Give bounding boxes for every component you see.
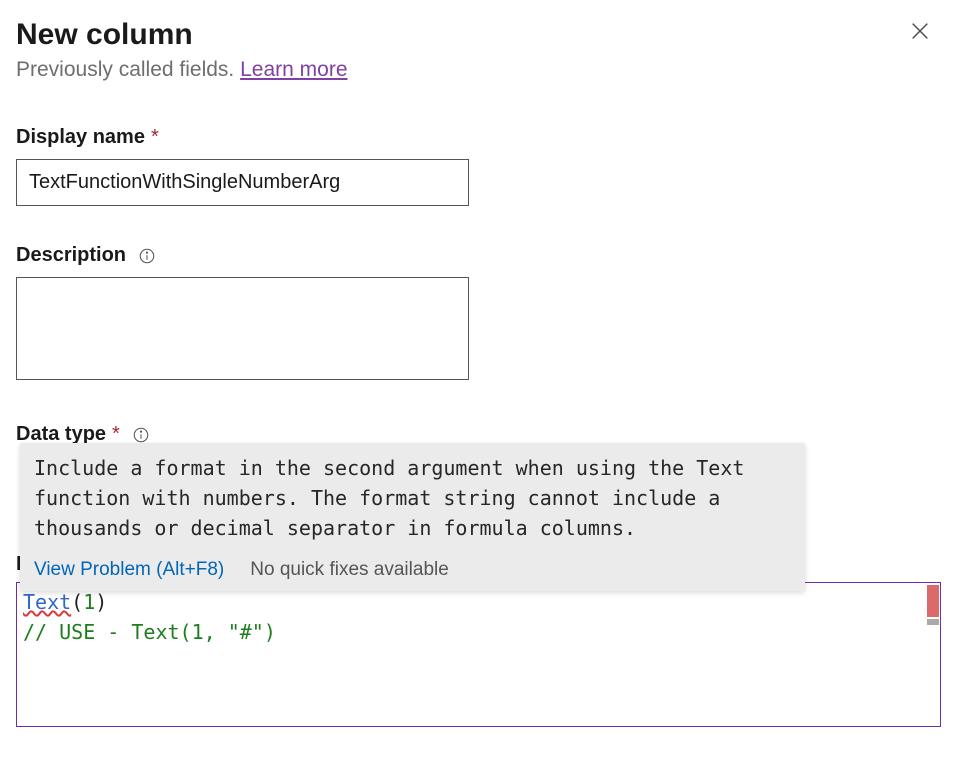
code-number: 1: [83, 590, 95, 614]
close-button[interactable]: [906, 18, 934, 46]
formula-editor[interactable]: Text(1) // USE - Text(1, "#"): [16, 582, 941, 727]
description-input[interactable]: [16, 277, 469, 380]
description-label: Description: [16, 244, 940, 267]
panel-title: New column: [16, 18, 348, 52]
display-name-label-text: Display name: [16, 126, 145, 149]
display-name-label: Display name *: [16, 126, 940, 149]
code-paren-open: (: [71, 590, 83, 614]
code-line-2: // USE - Text(1, "#"): [23, 617, 934, 647]
problem-tooltip: Include a format in the second argument …: [20, 443, 805, 591]
required-indicator: *: [151, 126, 159, 149]
subtitle-text: Previously called fields.: [16, 58, 240, 81]
learn-more-link[interactable]: Learn more: [240, 58, 347, 81]
description-label-text: Description: [16, 244, 126, 267]
view-problem-link[interactable]: View Problem (Alt+F8): [34, 559, 224, 581]
display-name-input[interactable]: [16, 159, 469, 206]
panel-subtitle: Previously called fields. Learn more: [16, 58, 348, 82]
info-icon[interactable]: [138, 247, 156, 265]
code-paren-close: ): [95, 590, 107, 614]
close-icon: [909, 20, 931, 45]
code-line-1: Text(1): [23, 587, 934, 617]
info-icon[interactable]: [132, 426, 150, 444]
scrollbar-error-marker[interactable]: [927, 585, 939, 617]
code-function-name: Text: [23, 590, 71, 614]
tooltip-message: Include a format in the second argument …: [20, 443, 805, 551]
scrollbar-position-marker: [927, 619, 939, 625]
no-fixes-label: No quick fixes available: [250, 559, 449, 581]
